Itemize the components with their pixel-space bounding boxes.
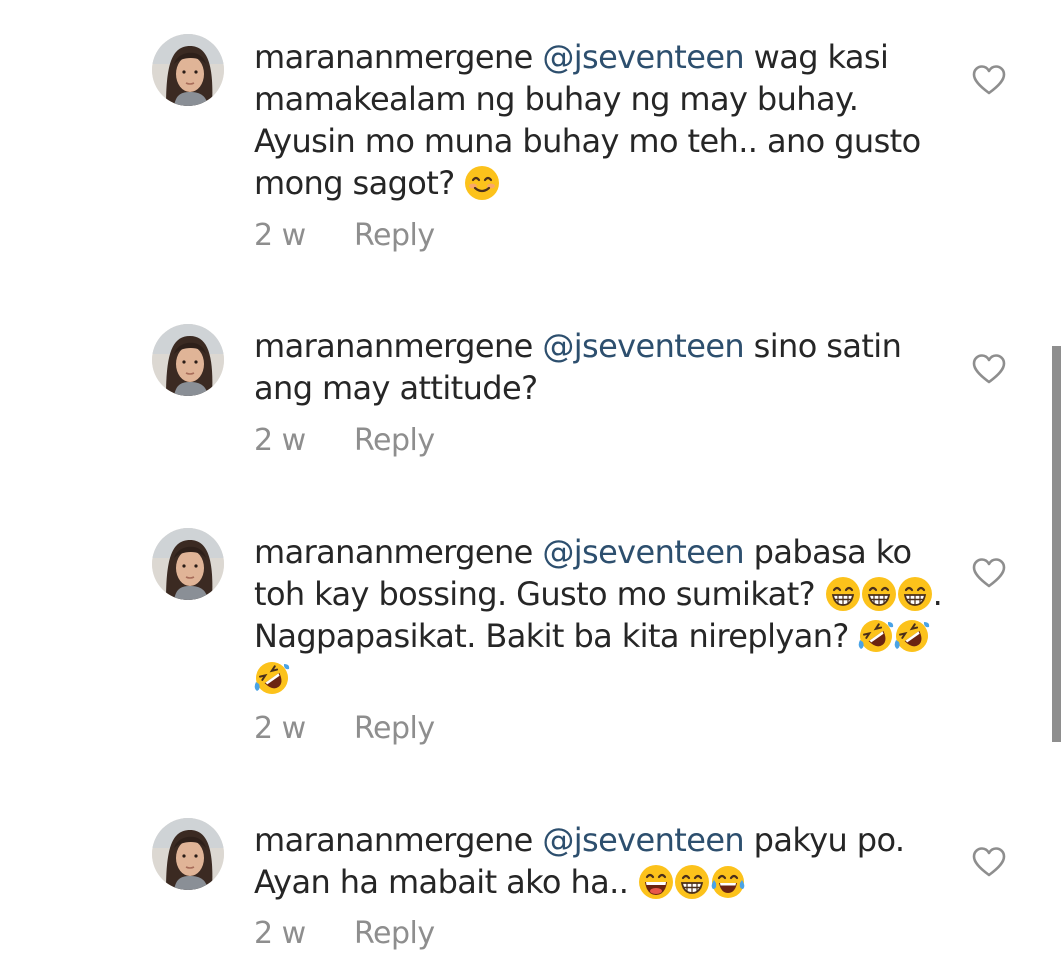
comment-text: maranan​mergene @jseventeen pakyu po. Ay… (254, 819, 944, 903)
comment-timestamp: 2 w (254, 218, 306, 253)
comment-mention-link[interactable]: @jseventeen (542, 821, 744, 859)
comment-username[interactable]: maranan​mergene (254, 38, 533, 76)
scrollbar[interactable] (1052, 346, 1061, 742)
heart-icon[interactable] (972, 64, 1006, 96)
comment-mention-link[interactable]: @jseventeen (542, 38, 744, 76)
avatar[interactable] (152, 324, 224, 396)
comment-text: maranan​mergene @jseventeen wag kasi mam… (254, 36, 944, 204)
heart-icon[interactable] (972, 353, 1006, 385)
smiling-face-emoji-icon (464, 165, 500, 201)
avatar[interactable] (152, 528, 224, 600)
comment-text: maranan​mergene @jseventeen sino satin a… (254, 325, 944, 409)
heart-icon[interactable] (972, 846, 1006, 878)
comment-username[interactable]: maranan​mergene (254, 533, 533, 571)
rofl-face-emoji-icon (894, 618, 930, 654)
avatar[interactable] (152, 818, 224, 890)
avatar[interactable] (152, 34, 224, 106)
heart-icon[interactable] (972, 557, 1006, 589)
reply-button[interactable]: Reply (354, 711, 435, 746)
reply-button[interactable]: Reply (354, 218, 435, 253)
rofl-face-emoji-icon (858, 618, 894, 654)
comment-username[interactable]: maranan​mergene (254, 821, 533, 859)
comment-username[interactable]: maranan​mergene (254, 327, 533, 365)
grinning-face-emoji-icon (674, 864, 710, 900)
comment-timestamp: 2 w (254, 916, 306, 951)
grinning-face-emoji-icon (825, 576, 861, 612)
reply-button[interactable]: Reply (354, 916, 435, 951)
comment-meta: 2 w Reply (254, 916, 435, 951)
comment-text: maranan​mergene @jseventeen pabasa ko to… (254, 531, 944, 699)
comment-mention-link[interactable]: @jseventeen (542, 533, 744, 571)
comment-meta: 2 w Reply (254, 711, 435, 746)
comment-meta: 2 w Reply (254, 218, 435, 253)
rofl-face-emoji-icon (254, 660, 290, 696)
comment-timestamp: 2 w (254, 423, 306, 458)
tears-of-joy-face-emoji-icon (710, 864, 746, 900)
comment-timestamp: 2 w (254, 711, 306, 746)
grinning-face-emoji-icon (897, 576, 933, 612)
grinning-face-emoji-icon (861, 576, 897, 612)
comment-meta: 2 w Reply (254, 423, 435, 458)
comment-mention-link[interactable]: @jseventeen (542, 327, 744, 365)
reply-button[interactable]: Reply (354, 423, 435, 458)
laughing-face-emoji-icon (638, 864, 674, 900)
